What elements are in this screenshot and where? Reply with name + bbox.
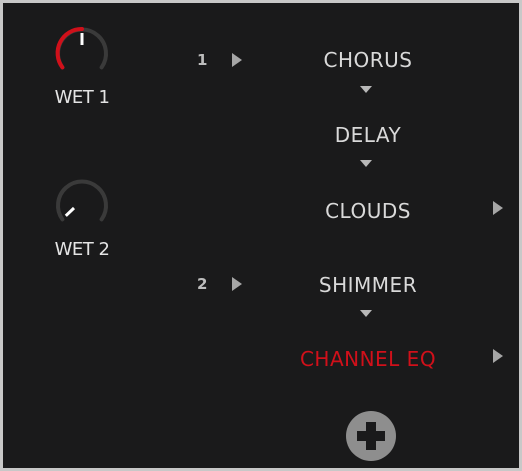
fx-slot-channel-eq[interactable]: CHANNEL EQ xyxy=(258,347,478,371)
play-triangle-icon[interactable] xyxy=(232,53,242,67)
wet1-label: WET 1 xyxy=(54,87,110,108)
plus-icon-v xyxy=(366,422,376,450)
fx-slot-chorus[interactable]: CHORUS xyxy=(258,48,478,72)
fx-chain-panel: WET 1 WET 2 1 CHORUS DELAY CLOUDS 2 SHIM… xyxy=(3,3,519,468)
wet2-label: WET 2 xyxy=(54,239,110,260)
wet2-knob[interactable]: WET 2 xyxy=(27,173,137,260)
wet1-knob-dial[interactable] xyxy=(50,21,114,85)
route-2-number: 2 xyxy=(197,275,208,293)
down-triangle-icon xyxy=(360,310,372,317)
down-triangle-icon xyxy=(360,86,372,93)
wet1-knob[interactable]: WET 1 xyxy=(27,21,137,108)
play-triangle-icon[interactable] xyxy=(232,277,242,291)
play-triangle-icon[interactable] xyxy=(493,349,503,363)
play-triangle-icon[interactable] xyxy=(493,201,503,215)
wet2-knob-dial[interactable] xyxy=(50,173,114,237)
fx-slot-clouds[interactable]: CLOUDS xyxy=(258,199,478,223)
fx-slot-delay[interactable]: DELAY xyxy=(258,123,478,147)
route-1-number: 1 xyxy=(197,51,208,69)
fx-slot-shimmer[interactable]: SHIMMER xyxy=(258,273,478,297)
down-triangle-icon xyxy=(360,160,372,167)
add-effect-button[interactable] xyxy=(346,411,396,461)
